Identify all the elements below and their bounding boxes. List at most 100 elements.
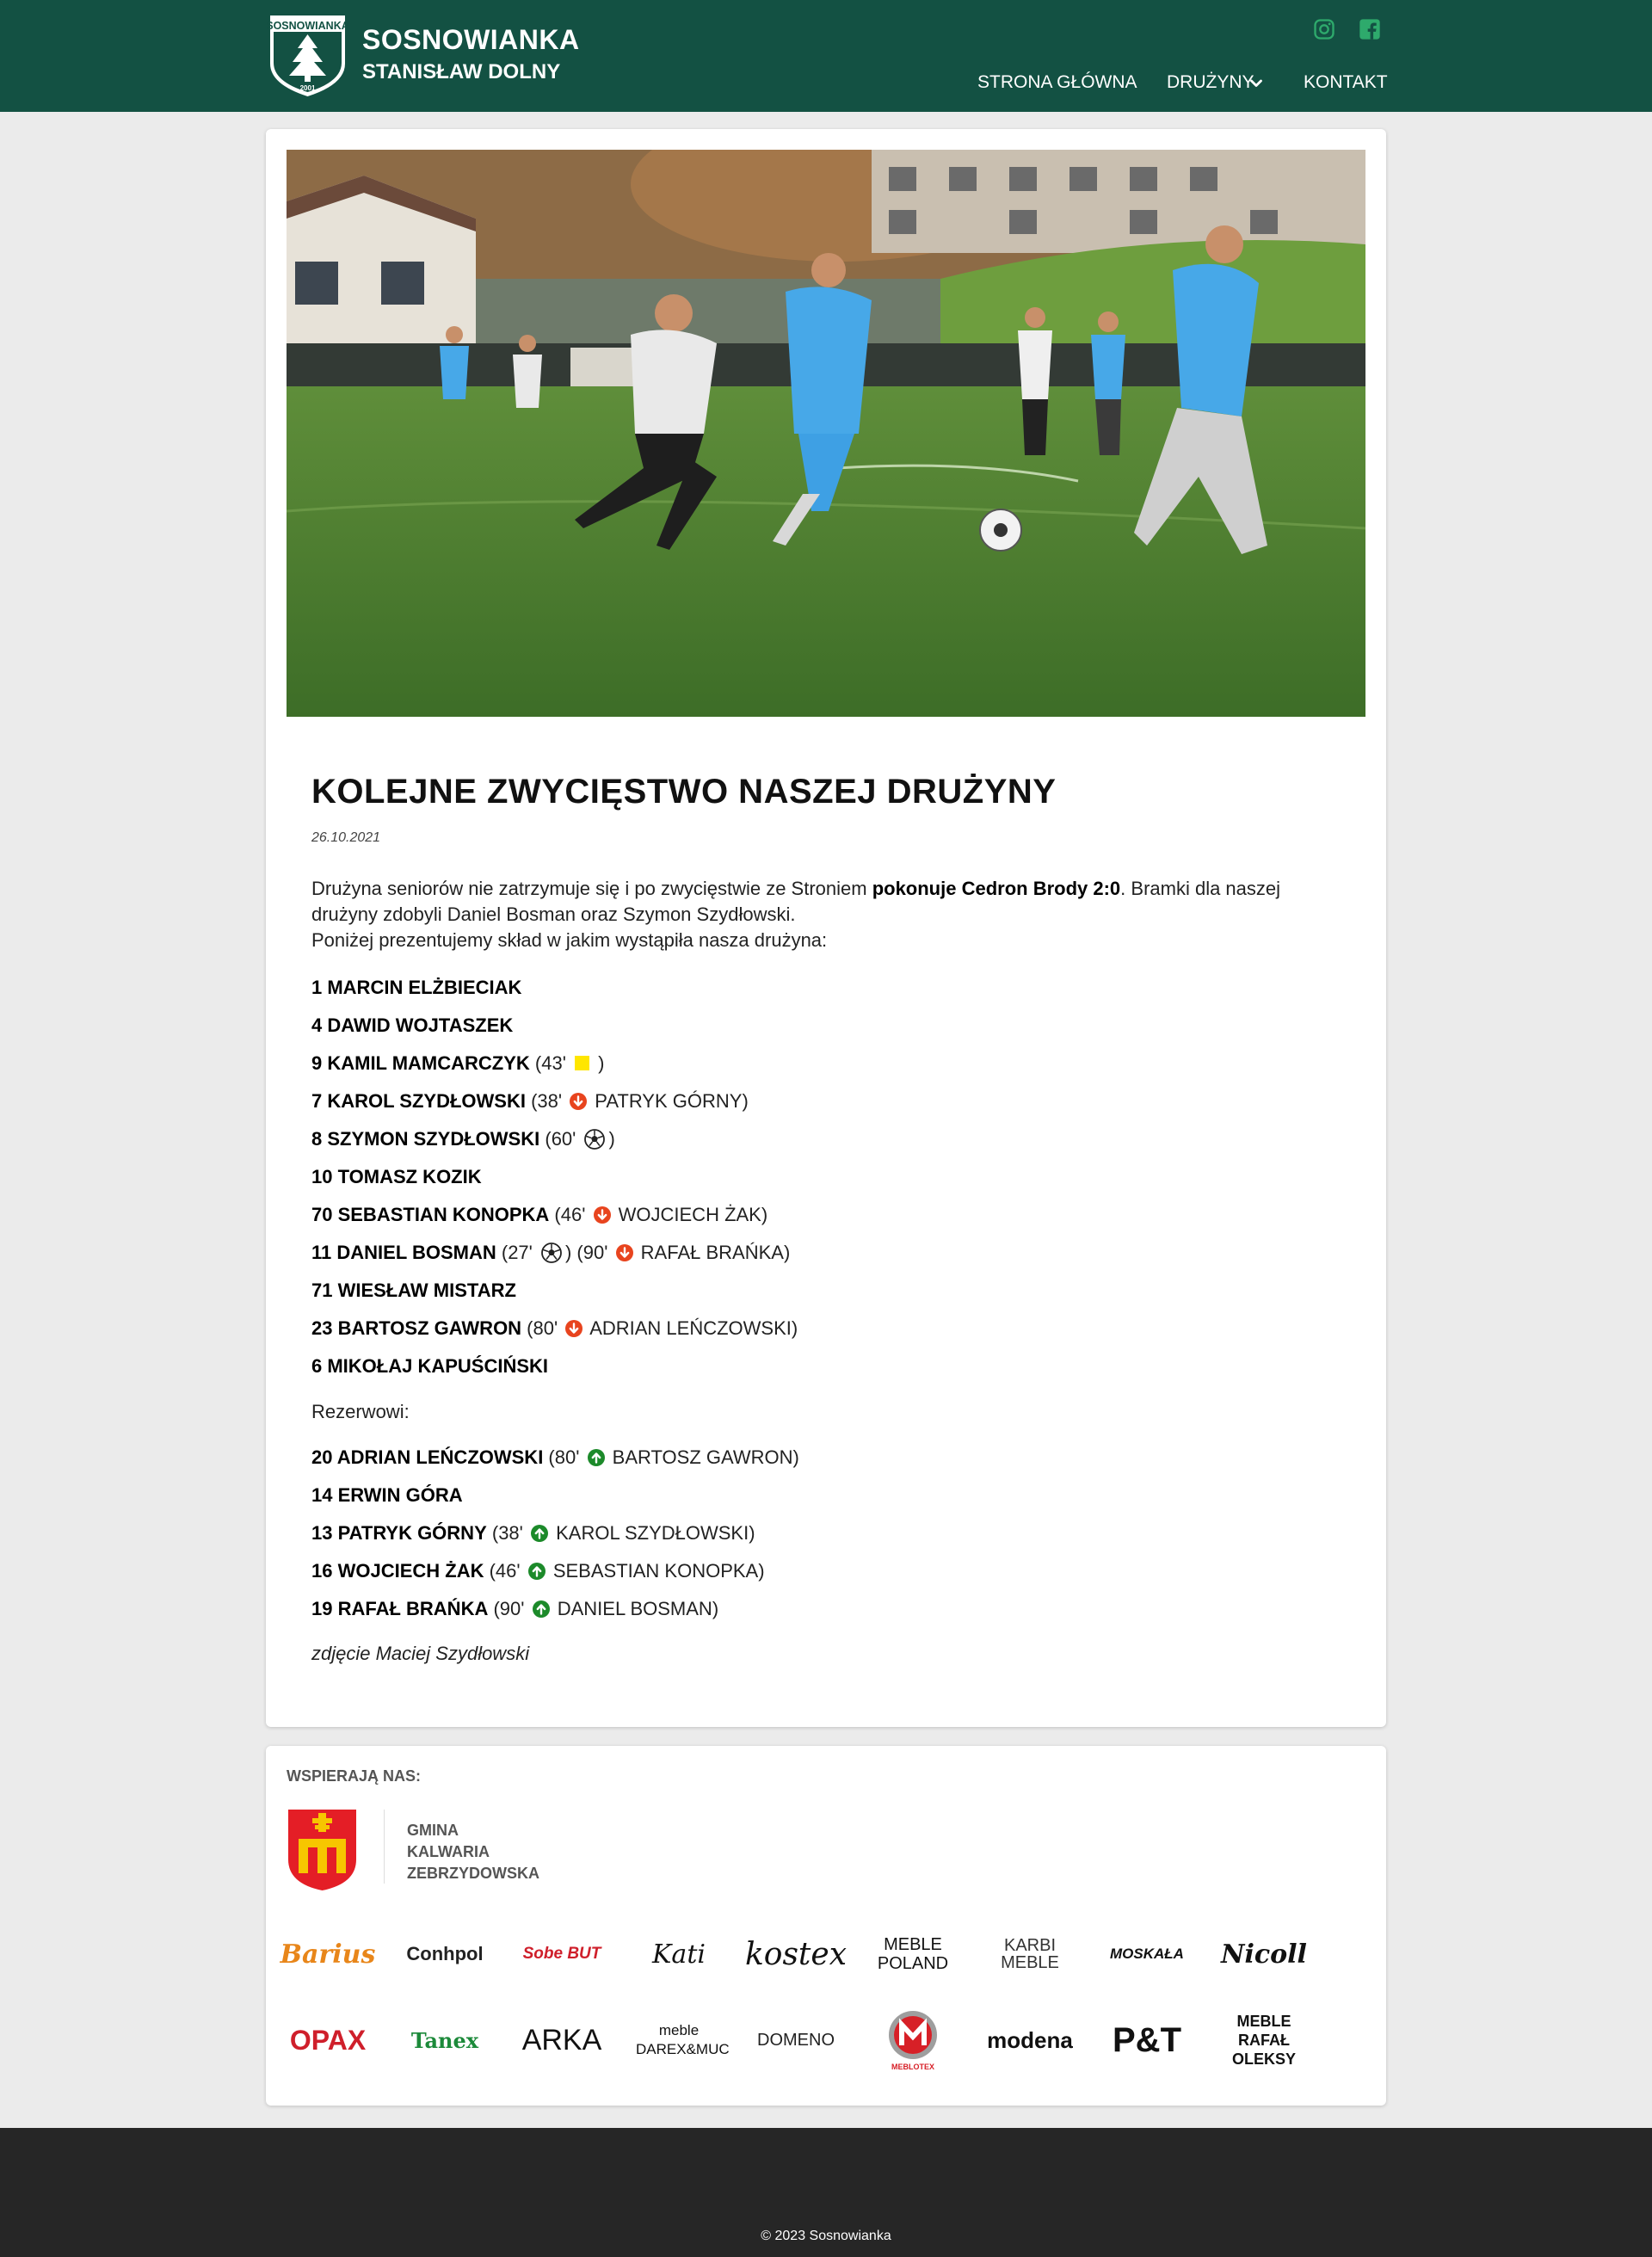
sponsor-logo-modena[interactable]: modena xyxy=(978,2010,1082,2070)
event-minute: (46' xyxy=(484,1560,526,1582)
article-card: KOLEJNE ZWYCIĘSTWO NASZEJ DRUŻYNY 26.10.… xyxy=(266,129,1386,1727)
sponsor-logo-meblotex[interactable]: MEBLOTEX xyxy=(861,2010,965,2071)
site-header: SOSNOWIANKA 2001 SOSNOWIANKA STANISŁAW D… xyxy=(0,0,1652,112)
sponsors-section: WSPIERAJĄ NAS: GMINA KALWARIA ZEBRZYDOWS… xyxy=(266,1746,1386,2106)
lineup-row: 6 MIKOŁAJ KAPUŚCIŃSKI xyxy=(311,1355,548,1378)
lineup-row: 23 BARTOSZ GAWRON (80' ADRIAN LEŃCZOWSKI… xyxy=(311,1317,798,1340)
brand-name[interactable]: SOSNOWIANKA xyxy=(362,24,580,56)
event-minute: (38' xyxy=(525,1090,568,1112)
club-crest-logo[interactable]: SOSNOWIANKA 2001 xyxy=(267,14,348,97)
reserve-row: 16 WOJCIECH ŻAK (46' SEBASTIAN KONOPKA) xyxy=(311,1560,765,1582)
sponsor-logo-arka[interactable]: ARKA xyxy=(510,2010,613,2070)
event-minute: (80' xyxy=(543,1446,585,1468)
sponsor-logo-sobebut[interactable]: Sobe BUT xyxy=(510,1924,613,1984)
chevron-down-icon[interactable] xyxy=(1249,77,1263,90)
substitute-name: KAROL SZYDŁOWSKI) xyxy=(550,1522,755,1544)
substitute-name: BARTOSZ GAWRON) xyxy=(607,1446,799,1468)
gmina-line: KALWARIA xyxy=(407,1843,490,1860)
facebook-icon[interactable] xyxy=(1358,17,1382,41)
sponsor-name: MEBLE RAFAŁ OLEKSY xyxy=(1231,2013,1296,2068)
brand-location[interactable]: STANISŁAW DOLNY xyxy=(362,60,560,84)
player-name: 70 SEBASTIAN KONOPKA xyxy=(311,1204,550,1225)
sponsor-logo-meble-oleksy[interactable]: MEBLE RAFAŁ OLEKSY xyxy=(1212,2010,1316,2070)
event-minute: (60' xyxy=(539,1128,582,1150)
substitute-name: DANIEL BOSMAN) xyxy=(552,1598,719,1619)
sponsor-logo-darex[interactable]: meble DAREX&MUC xyxy=(627,2010,730,2070)
site-footer: © 2023 Sosnowianka xyxy=(0,2128,1652,2257)
arrow-down-circle-icon xyxy=(565,1320,583,1337)
sponsor-name: Barius xyxy=(280,1939,376,1970)
sponsor-logo-meble-poland[interactable]: MEBLE POLAND xyxy=(861,1924,965,1984)
event-minute: (46' xyxy=(549,1204,591,1225)
sponsor-name: Tanex xyxy=(410,2027,479,2053)
nav-teams[interactable]: DRUŻYNY xyxy=(1167,72,1254,93)
reserve-row: 20 ADRIAN LEŃCZOWSKI (80' BARTOSZ GAWRON… xyxy=(311,1446,799,1469)
sponsor-name: meble DAREX&MUC xyxy=(636,2022,730,2057)
reserve-row: 13 PATRYK GÓRNY (38' KAROL SZYDŁOWSKI) xyxy=(311,1522,755,1545)
sponsors-title: WSPIERAJĄ NAS: xyxy=(287,1767,422,1785)
substitute-name: RAFAŁ BRAŃKA) xyxy=(635,1242,791,1263)
article-date: 26.10.2021 xyxy=(311,830,381,845)
substitute-name: WOJCIECH ŻAK) xyxy=(613,1204,768,1225)
article-intro: Drużyna seniorów nie zatrzymuje się i po… xyxy=(311,876,1344,953)
sponsor-logo-kostex[interactable]: kostex xyxy=(744,1924,848,1984)
player-name: 4 DAWID WOJTASZEK xyxy=(311,1014,514,1036)
sponsor-logo-opax[interactable]: OPAX xyxy=(276,2010,379,2070)
gmina-name[interactable]: GMINA KALWARIA ZEBRZYDOWSKA xyxy=(407,1820,539,1884)
sponsor-logo-kati[interactable]: Kati xyxy=(627,1924,730,1984)
gmina-line: ZEBRZYDOWSKA xyxy=(407,1865,539,1882)
substitute-name: SEBASTIAN KONOPKA) xyxy=(547,1560,765,1582)
soccer-ball-icon xyxy=(584,1129,606,1150)
sponsor-logo-nicoll[interactable]: Nicoll xyxy=(1212,1924,1316,1984)
lineup-row: 70 SEBASTIAN KONOPKA (46' WOJCIECH ŻAK) xyxy=(311,1204,767,1226)
sponsor-name: Kati xyxy=(652,1939,706,1970)
player-name: 1 MARCIN ELŻBIECIAK xyxy=(311,977,522,998)
sponsor-logo-karbi[interactable]: KARBI MEBLE xyxy=(978,1924,1082,1984)
substitute-name: PATRYK GÓRNY) xyxy=(589,1090,749,1112)
sponsor-logo-pt[interactable]: P&T xyxy=(1095,2010,1199,2070)
sponsor-name: kostex xyxy=(744,1936,848,1972)
sponsor-logo-moskala[interactable]: MOSKAŁA xyxy=(1095,1924,1199,1984)
arrow-up-circle-icon xyxy=(587,1449,605,1466)
substitute-name: ADRIAN LEŃCZOWSKI) xyxy=(585,1317,798,1339)
nav-contact[interactable]: KONTAKT xyxy=(1304,72,1388,93)
player-name: 9 KAMIL MAMCARCZYK xyxy=(311,1052,530,1074)
sponsor-name: KARBI MEBLE xyxy=(1001,1936,1059,1972)
lineup-row: 10 TOMASZ KOZIK xyxy=(311,1166,482,1188)
event-minute: (43' xyxy=(529,1052,572,1074)
sponsor-logo-barius[interactable]: Barius xyxy=(276,1924,379,1984)
lineup-row: 8 SZYMON SZYDŁOWSKI (60' ) xyxy=(311,1128,615,1150)
sponsor-logo-conhpol[interactable]: Conhpol xyxy=(393,1924,496,1984)
copyright: © 2023 Sosnowianka xyxy=(761,2229,891,2243)
player-name: 13 PATRYK GÓRNY xyxy=(311,1522,487,1544)
divider xyxy=(384,1810,385,1884)
sponsor-logo-tanex[interactable]: Tanex xyxy=(393,2010,496,2070)
instagram-icon[interactable] xyxy=(1312,17,1336,41)
sponsor-name: Conhpol xyxy=(406,1943,484,1964)
event-close: ) xyxy=(593,1052,605,1074)
sponsor-logo-domeno[interactable]: DOMENO xyxy=(744,2010,848,2070)
svg-text:MEBLOTEX: MEBLOTEX xyxy=(891,2063,934,2071)
sponsor-name: Nicoll xyxy=(1221,1939,1307,1970)
sponsor-name: MOSKAŁA xyxy=(1110,1946,1184,1962)
player-name: 20 ADRIAN LEŃCZOWSKI xyxy=(311,1446,544,1468)
event-minute: (27' xyxy=(496,1242,538,1263)
player-name: 19 RAFAŁ BRAŃKA xyxy=(311,1598,489,1619)
arrow-up-circle-icon xyxy=(530,1525,548,1542)
yellow-card-icon xyxy=(575,1056,590,1070)
sponsor-name: modena xyxy=(987,2026,1073,2053)
nav-home[interactable]: STRONA GŁÓWNA xyxy=(977,72,1137,93)
gmina-coat-of-arms[interactable] xyxy=(287,1808,358,1892)
intro-result: pokonuje Cedron Brody 2:0 xyxy=(872,878,1121,899)
player-name: 6 MIKOŁAJ KAPUŚCIŃSKI xyxy=(311,1355,549,1377)
arrow-down-circle-icon xyxy=(615,1244,633,1261)
sponsor-name: P&T xyxy=(1113,2020,1181,2059)
player-name: 8 SZYMON SZYDŁOWSKI xyxy=(311,1128,540,1150)
gmina-line: GMINA xyxy=(407,1822,459,1839)
arrow-up-circle-icon xyxy=(532,1600,550,1618)
lineup-row: 71 WIESŁAW MISTARZ xyxy=(311,1280,516,1302)
reserves-label: Rezerwowi: xyxy=(311,1401,410,1422)
sponsor-name: ARKA xyxy=(521,2023,602,2057)
event-minute: (80' xyxy=(521,1317,564,1339)
reserve-row: 14 ERWIN GÓRA xyxy=(311,1484,463,1507)
